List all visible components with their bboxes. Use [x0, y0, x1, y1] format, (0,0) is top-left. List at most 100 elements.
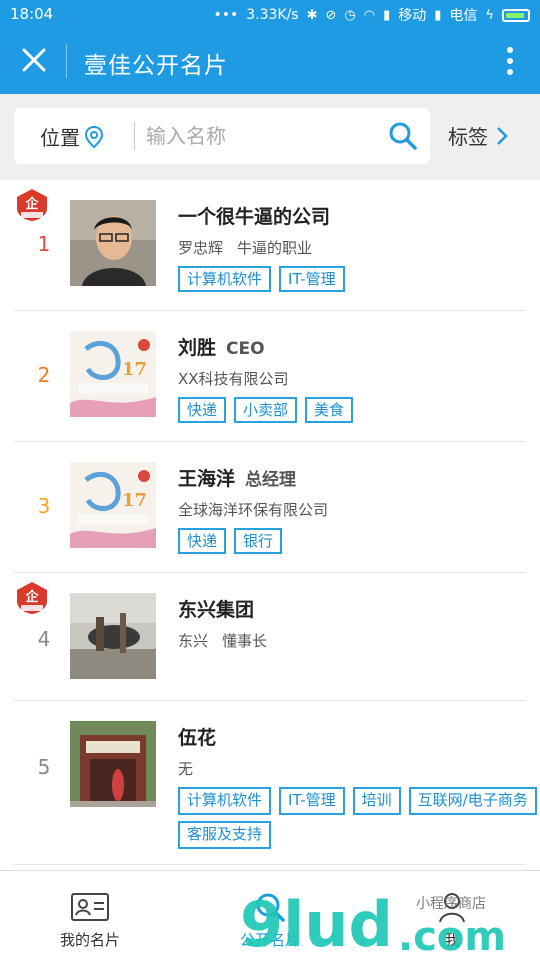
avatar[interactable]: [70, 200, 156, 286]
list-item[interactable]: 企 1 一个很牛逼的公司 罗忠辉 牛逼的职业 计算机软件 IT-管理: [14, 180, 526, 311]
rank-number: 1: [37, 232, 51, 256]
card-desc: 东兴 懂事长: [178, 630, 526, 651]
tag[interactable]: IT-管理: [279, 266, 345, 292]
tag-list: 快递 小卖部 美食: [178, 397, 540, 423]
tag[interactable]: 快递: [178, 528, 227, 554]
tag-list: 计算机软件 IT-管理 培训 互联网/电子商务 客服及支持: [178, 787, 540, 849]
tag[interactable]: 快递: [178, 397, 227, 423]
tag[interactable]: 培训: [352, 787, 401, 815]
search-box: 位置: [14, 108, 430, 164]
svg-text:17: 17: [122, 490, 147, 511]
avatar[interactable]: 17: [70, 331, 156, 417]
card-desc: 罗忠辉 牛逼的职业: [178, 237, 526, 258]
tag-list: 快递 银行: [178, 528, 540, 554]
page-title: 壹佳公开名片: [84, 53, 228, 79]
card-title: 王海洋: [178, 468, 236, 490]
location-label: 位置: [40, 126, 80, 150]
company-name: 无: [178, 760, 194, 778]
card-info: 刘胜 CEO XX科技有限公司 快递 小卖部 美食: [178, 333, 526, 423]
avatar[interactable]: [70, 593, 156, 679]
search-divider: [134, 122, 135, 150]
charging-icon: ϟ: [485, 7, 494, 23]
id-card-icon: [71, 893, 109, 921]
card-info: 东兴集团 东兴 懂事长: [178, 595, 526, 651]
signal-icon-1: ▮: [383, 7, 391, 23]
network-speed: 3.33K/s: [246, 7, 299, 23]
nav-item-public-cards[interactable]: 公开名片: [210, 891, 330, 950]
tag[interactable]: 互联网/电子商务: [408, 787, 537, 815]
avatar[interactable]: [70, 721, 156, 807]
card-name: 王海洋 总经理: [178, 464, 526, 491]
location-button[interactable]: 位置: [40, 122, 104, 151]
tag-filter-button[interactable]: 标签: [448, 121, 508, 150]
close-icon[interactable]: [18, 44, 50, 76]
list-item[interactable]: 企 4 东兴集团 东兴 懂事长: [14, 573, 526, 701]
job-title: 懂事长: [222, 632, 268, 650]
card-subtitle: 总经理: [245, 470, 297, 490]
location-pin-icon: [84, 125, 104, 148]
tag-filter-label: 标签: [448, 125, 488, 149]
mute-icon: ⊘: [325, 7, 337, 23]
tag[interactable]: IT-管理: [279, 787, 345, 815]
company-name: XX科技有限公司: [178, 370, 289, 388]
list-item[interactable]: 2 17 刘胜 CEO XX科技有限公司 快递 小卖部 美食: [14, 311, 526, 442]
nav-label: 公开名片: [239, 931, 300, 949]
nav-item-my-card[interactable]: 我的名片: [30, 891, 150, 950]
list-item[interactable]: 3 17 王海洋 总经理 全球海洋环保有限公司 快递 银行: [14, 442, 526, 573]
tag[interactable]: 小卖部: [234, 397, 298, 423]
status-right: ••• 3.33K/s ✱ ⊘ ◷ ◠ ▮ 移动 ▮ 电信 ϟ: [213, 5, 530, 25]
contact-name: 东兴: [178, 632, 209, 650]
card-name: 伍花: [178, 723, 526, 750]
contact-name: 罗忠辉: [178, 239, 224, 257]
card-info: 伍花 无 计算机软件 IT-管理 培训 互联网/电子商务 客服及支持: [178, 723, 537, 849]
card-name: 东兴集团: [178, 595, 526, 622]
company-name: 全球海洋环保有限公司: [178, 501, 329, 519]
card-name: 一个很牛逼的公司: [178, 202, 526, 229]
search-area: 位置 标签: [0, 94, 540, 180]
enterprise-badge-icon: 企: [17, 582, 47, 614]
bottom-nav: 我的名片 公开名片 我: [0, 870, 540, 960]
svg-text:企: 企: [24, 589, 39, 605]
app-bar: 壹佳公开名片: [0, 30, 540, 94]
card-title: 一个很牛逼的公司: [178, 206, 331, 228]
bluetooth-icon: ✱: [306, 7, 318, 23]
status-time: 18:04: [10, 5, 54, 23]
tag[interactable]: 美食: [305, 397, 354, 423]
search-icon[interactable]: [388, 121, 418, 151]
tag[interactable]: 计算机软件: [178, 787, 272, 815]
svg-text:17: 17: [122, 359, 147, 380]
battery-icon: [502, 8, 530, 22]
card-desc: XX科技有限公司: [178, 368, 526, 389]
status-dots: •••: [213, 7, 239, 23]
search-icon: [256, 893, 285, 922]
card-title: 伍花: [178, 727, 217, 749]
list-item[interactable]: 5 伍花 无 计算机软件 IT-管理 培训 互联网/电子商务 客服及支持: [14, 701, 537, 865]
avatar[interactable]: 17: [70, 462, 156, 548]
rank-number: 5: [37, 755, 51, 779]
tag[interactable]: 客服及支持: [178, 821, 272, 849]
user-icon: [439, 893, 465, 923]
wifi-icon: ◠: [363, 7, 376, 23]
card-desc: 全球海洋环保有限公司: [178, 499, 526, 520]
card-info: 王海洋 总经理 全球海洋环保有限公司 快递 银行: [178, 464, 526, 554]
tag[interactable]: 银行: [234, 528, 283, 554]
card-name: 刘胜 CEO: [178, 333, 526, 360]
svg-text:企: 企: [24, 196, 39, 212]
nav-label: 我: [444, 931, 460, 949]
tag[interactable]: 计算机软件: [178, 266, 272, 292]
rank-number: 2: [37, 363, 51, 387]
more-vertical-icon[interactable]: [506, 46, 514, 76]
carrier-2: 电信: [449, 8, 478, 24]
alarm-icon: ◷: [344, 7, 356, 23]
job-title: 牛逼的职业: [237, 239, 313, 257]
card-list: 企 1 一个很牛逼的公司 罗忠辉 牛逼的职业 计算机软件 IT-管理 2 17 …: [0, 180, 540, 865]
nav-item-me[interactable]: 我: [392, 891, 512, 950]
status-bar: 18:04 ••• 3.33K/s ✱ ⊘ ◷ ◠ ▮ 移动 ▮ 电信 ϟ: [0, 0, 540, 30]
nav-label: 我的名片: [59, 931, 120, 949]
carrier-1: 移动: [398, 8, 427, 24]
tag-list: 计算机软件 IT-管理: [178, 266, 540, 292]
signal-icon-2: ▮: [434, 7, 442, 23]
card-subtitle: CEO: [226, 339, 265, 359]
card-title: 东兴集团: [178, 599, 255, 621]
search-input[interactable]: [146, 118, 376, 154]
